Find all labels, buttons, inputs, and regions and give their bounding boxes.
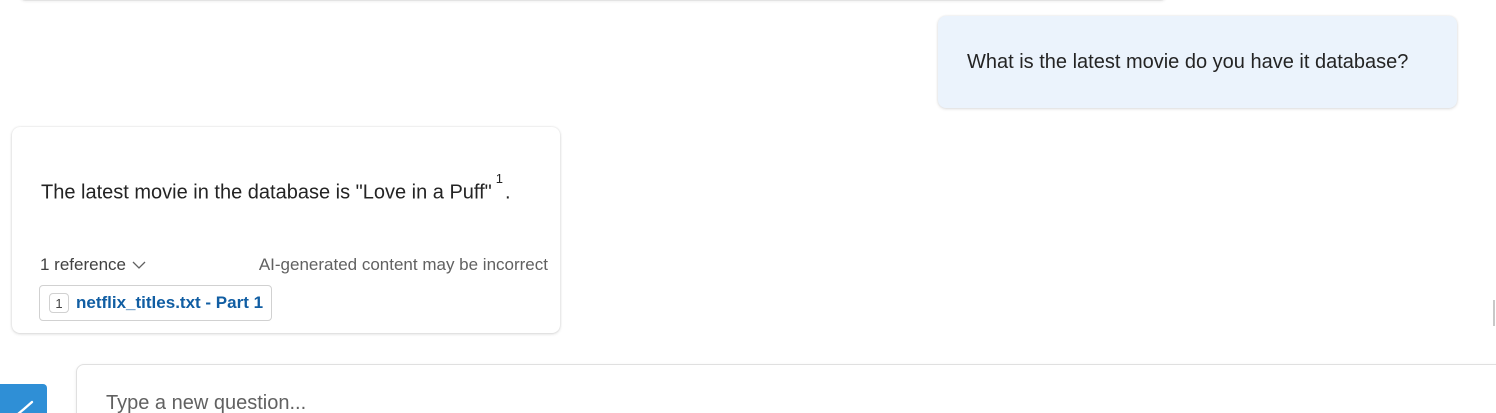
reference-name: netflix_titles.txt - Part 1 <box>76 293 264 312</box>
question-composer <box>76 364 1496 413</box>
user-message-bubble: What is the latest movie do you have it … <box>938 16 1457 108</box>
user-message-text: What is the latest movie do you have it … <box>967 50 1409 73</box>
assistant-button[interactable] <box>0 384 47 413</box>
citation-marker[interactable]: 1 <box>496 171 503 186</box>
scrollbar-edge <box>1493 300 1495 326</box>
bot-message-text: The latest movie in the database is "Lov… <box>41 171 511 205</box>
bot-message-trailing: . <box>505 181 511 204</box>
ai-disclaimer: AI-generated content may be incorrect <box>258 255 548 274</box>
chevron-down-icon <box>132 261 146 269</box>
question-input[interactable] <box>106 389 1406 413</box>
reference-chip[interactable]: 1 netflix_titles.txt - Part 1 <box>39 285 273 321</box>
bot-message-card: The latest movie in the database is "Lov… <box>12 127 560 333</box>
references-toggle-label: 1 reference <box>40 255 126 274</box>
previous-message-edge <box>18 0 1168 1</box>
bot-message-body: The latest movie in the database is "Lov… <box>41 181 492 204</box>
checkmark-icon <box>17 400 34 413</box>
references-toggle[interactable]: 1 reference <box>40 255 146 275</box>
reference-number: 1 <box>49 293 69 313</box>
